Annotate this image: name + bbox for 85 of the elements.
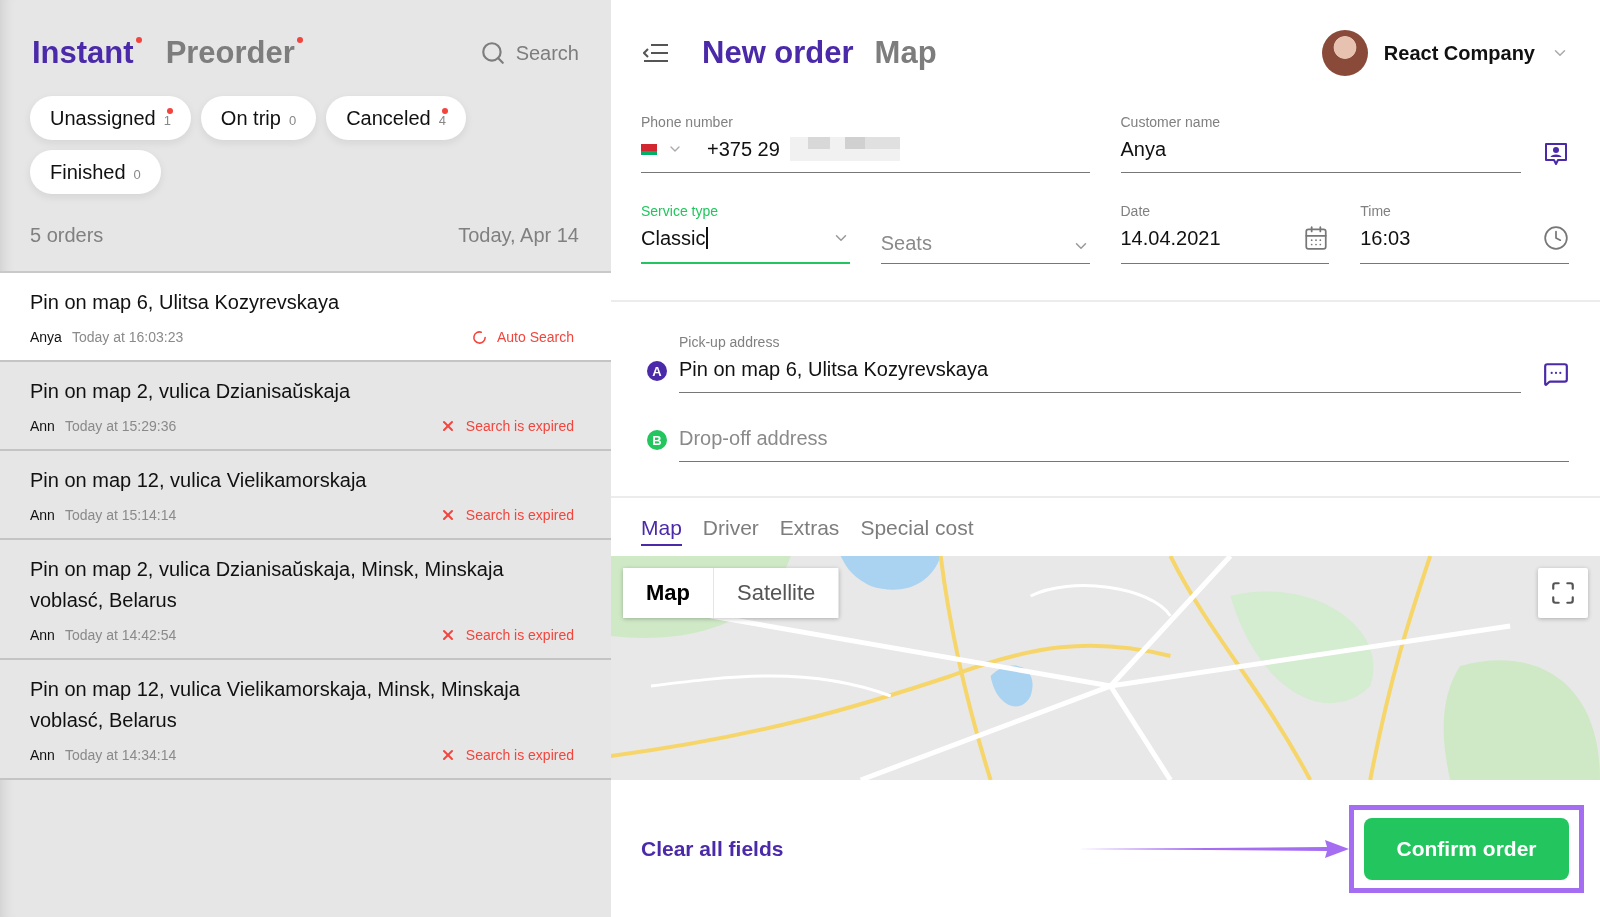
orders-date: Today, Apr 14: [458, 224, 579, 247]
flag-icon: [641, 143, 657, 155]
customer-field[interactable]: Customer name Anya: [1120, 114, 1521, 173]
time-field[interactable]: Time 16:03: [1360, 203, 1569, 264]
order-address: Pin on map 2, vulica Dzianisaŭskaja: [30, 379, 352, 404]
seats-select[interactable]: Seats: [880, 203, 1090, 264]
order-item[interactable]: Pin on map 12, vulica Vielikamorskaja Ann Today at 15:14:14 Search is expired: [0, 451, 611, 540]
fullscreen-icon: [1550, 580, 1576, 606]
order-status: Auto Search: [496, 329, 574, 345]
map-type-button[interactable]: Map: [623, 568, 714, 618]
pickup-field[interactable]: Pick-up address Pin on map 6, Ulitsa Kozyrevskaya: [679, 334, 1521, 393]
field-value: Pin on map 6, Ulitsa Kozyrevskaya: [679, 357, 989, 381]
field-label: Service type: [641, 203, 720, 221]
order-status: Search is expired: [465, 747, 574, 763]
avatar[interactable]: [1321, 30, 1368, 76]
filter-label: On trip: [220, 107, 281, 130]
seats-placeholder: Seats: [880, 231, 932, 255]
customer-name: Anya: [30, 329, 62, 345]
customer-name: Ann: [30, 747, 55, 763]
customer-name: Ann: [30, 507, 55, 523]
filter-chip[interactable]: Finished 0: [30, 150, 161, 194]
clock-icon[interactable]: [1543, 225, 1569, 251]
order-address: Pin on map 12, vulica Vielikamorskaja, Minsk, Minskaja voblasć, Belarus: [30, 677, 521, 733]
filter-count: 1: [163, 113, 171, 128]
order-time: Today at 16:03:23: [71, 329, 184, 345]
order-time: Today at 14:34:14: [64, 747, 177, 763]
clear-fields-link[interactable]: Clear all fields: [641, 836, 784, 861]
phone-field[interactable]: Phone number +375 29: [641, 114, 1090, 173]
filter-chip[interactable]: On trip 0: [200, 96, 317, 140]
service-type-select[interactable]: Service type Classic: [641, 203, 850, 264]
section-tab[interactable]: Map: [641, 516, 682, 546]
filter-label: Unassigned: [50, 107, 156, 130]
map-title[interactable]: Map: [874, 35, 937, 71]
order-address: Pin on map 12, vulica Vielikamorskaja: [30, 468, 368, 493]
order-time: Today at 14:42:54: [64, 627, 177, 643]
order-time: Today at 15:29:36: [64, 418, 177, 434]
section-tab[interactable]: Special cost: [860, 516, 974, 546]
filter-chip[interactable]: Canceled 4: [326, 96, 466, 140]
search-icon: [479, 40, 506, 66]
field-label: Customer name: [1120, 114, 1222, 132]
field-label: Date: [1120, 203, 1152, 221]
date-field[interactable]: Date 14.04.2021: [1120, 203, 1330, 264]
order-address: Pin on map 6, Ulitsa Kozyrevskaya: [30, 290, 341, 315]
comment-icon[interactable]: [1543, 361, 1569, 387]
field-value: Classic: [641, 226, 706, 250]
order-item[interactable]: Pin on map 2, vulica Dzianisaŭskaja, Minsk, Minskaja voblasć, Belarus Ann Today at 14:42:54 Search is expired: [0, 540, 611, 660]
field-label: Phone number: [641, 114, 734, 132]
filter-count: 0: [288, 113, 297, 128]
map-type-button[interactable]: Satellite: [714, 568, 840, 618]
spinner-icon: [471, 329, 487, 345]
order-status: Search is expired: [465, 418, 574, 434]
filter-chip[interactable]: Unassigned 1: [30, 96, 191, 140]
filter-label: Canceled: [346, 107, 431, 130]
order-address: Pin on map 2, vulica Dzianisaŭskaja, Minsk, Minskaja voblasć, Belarus: [30, 557, 505, 613]
filter-label: Finished: [50, 161, 126, 184]
field-label: Pick-up address: [679, 334, 781, 352]
menu-icon[interactable]: [643, 42, 669, 64]
customer-name: Ann: [30, 627, 55, 643]
section-tab[interactable]: Driver: [702, 516, 759, 546]
field-label: Time: [1360, 203, 1392, 221]
fullscreen-button[interactable]: [1538, 568, 1588, 618]
order-time: Today at 15:14:14: [64, 507, 177, 523]
order-item[interactable]: Pin on map 2, vulica Dzianisaŭskaja Ann Today at 15:29:36 Search is expired: [0, 362, 611, 451]
field-value: +375 29: [707, 137, 780, 161]
calendar-icon[interactable]: [1303, 225, 1330, 251]
filter-count: 0: [133, 167, 141, 182]
order-item[interactable]: Pin on map 12, vulica Vielikamorskaja, Minsk, Minskaja voblasć, Belarus Ann Today at 14:34:14 Search is expired: [0, 660, 611, 780]
contact-icon[interactable]: [1543, 141, 1569, 167]
pickup-marker: A: [647, 361, 667, 381]
field-value: Anya: [1120, 137, 1167, 161]
field-value: 16:03: [1360, 226, 1411, 250]
orders-count: 5 orders: [30, 224, 104, 247]
section-tab[interactable]: Extras: [779, 516, 840, 546]
dropoff-marker: B: [647, 430, 667, 450]
field-placeholder: Drop-off address: [679, 426, 828, 450]
text-cursor: [706, 227, 708, 249]
field-value: 14.04.2021: [1120, 226, 1221, 250]
customer-name: Ann: [30, 418, 55, 434]
order-status: Search is expired: [465, 627, 574, 643]
order-item[interactable]: Pin on map 6, Ulitsa Kozyrevskaya Anya Today at 16:03:23 Auto Search: [0, 273, 611, 362]
order-status: Search is expired: [465, 507, 574, 523]
company-name[interactable]: React Company: [1383, 41, 1535, 65]
filter-count: 4: [438, 113, 446, 128]
order-type-tab[interactable]: Instant: [32, 35, 134, 71]
page-title: New order: [702, 35, 854, 71]
